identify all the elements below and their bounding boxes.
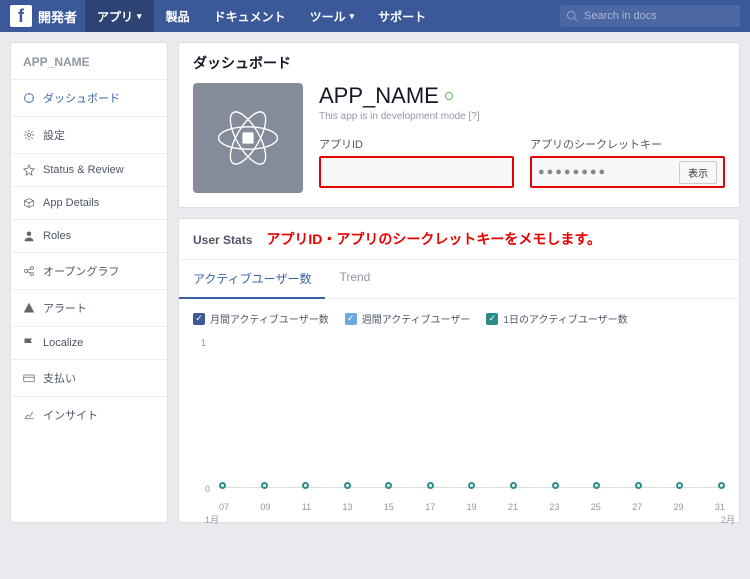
compass-icon (23, 92, 35, 104)
atom-icon (213, 103, 283, 173)
gear-icon (23, 129, 35, 141)
nav-apps[interactable]: アプリ▾ (85, 0, 154, 32)
person-icon (23, 230, 35, 242)
cube-icon (23, 197, 35, 209)
month-start: 1月 (205, 513, 219, 526)
sidebar-item-status-review[interactable]: Status & Review (11, 154, 167, 187)
chart-point (261, 482, 268, 489)
month-end: 2月 (721, 513, 735, 526)
sidebar-item-localize[interactable]: Localize (11, 327, 167, 360)
sidebar: APP_NAME ダッシュボード 設定 Status & Review App … (10, 42, 168, 523)
chart-point (468, 482, 475, 489)
x-tick: 23 (549, 502, 559, 512)
sidebar-app-title: APP_NAME (11, 43, 167, 80)
x-tick: 31 (715, 502, 725, 512)
annotation-text: アプリID・アプリのシークレットキーをメモします。 (266, 229, 601, 249)
x-tick: 07 (219, 502, 229, 512)
x-tick: 11 (302, 502, 311, 512)
app-name: APP_NAME (319, 83, 439, 109)
show-secret-button[interactable]: 表示 (679, 161, 717, 184)
nav-support[interactable]: サポート (366, 0, 438, 32)
sidebar-item-alerts[interactable]: アラート (11, 290, 167, 327)
sidebar-item-insights[interactable]: インサイト (11, 397, 167, 433)
x-tick: 21 (508, 502, 518, 512)
chart-point (635, 482, 642, 489)
stats-tabs: アクティブユーザー数 Trend (179, 260, 739, 299)
x-tick: 15 (384, 502, 394, 512)
dev-mode-note: This app is in development mode [?] (319, 111, 725, 122)
app-id-field[interactable] (319, 156, 514, 188)
app-secret-field: ●●●●●●●● 表示 (530, 156, 725, 188)
status-dot-icon (445, 92, 453, 100)
tab-trend[interactable]: Trend (325, 260, 384, 298)
chart-point (718, 482, 725, 489)
x-tick: 25 (591, 502, 601, 512)
legend-weekly[interactable]: ✓週間アクティブユーザー (345, 311, 471, 326)
app-secret-value: ●●●●●●●● (538, 166, 679, 178)
chart-point (385, 482, 392, 489)
x-tick: 19 (467, 502, 477, 512)
dashboard-panel: ダッシュボード APP_NAME This app is in dev (178, 42, 740, 208)
x-tick: 09 (260, 502, 270, 512)
x-tick: 17 (425, 502, 435, 512)
user-stats-panel: User Stats アプリID・アプリのシークレットキーをメモします。 アクテ… (178, 218, 740, 523)
user-stats-title: User Stats (193, 233, 252, 247)
x-axis-labels: 1月 2月 07091113151719212325272931 (219, 502, 725, 512)
search-input[interactable] (584, 10, 734, 22)
search-icon (566, 10, 578, 22)
top-nav: f 開発者 アプリ▾ 製品 ドキュメント ツール▾ サポート (0, 0, 750, 32)
chart-point (510, 482, 517, 489)
sidebar-item-app-details[interactable]: App Details (11, 187, 167, 220)
checkbox-icon: ✓ (345, 313, 357, 325)
chevron-down-icon: ▾ (137, 11, 142, 22)
y-tick-1: 1 (201, 338, 206, 348)
app-id-label: アプリID (319, 136, 514, 152)
tab-active-users[interactable]: アクティブユーザー数 (179, 260, 325, 299)
flag-icon (23, 337, 35, 349)
app-icon (193, 83, 303, 193)
checkbox-icon: ✓ (193, 313, 205, 325)
star-icon (23, 164, 35, 176)
legend-monthly[interactable]: ✓月間アクティブユーザー数 (193, 311, 329, 326)
sidebar-item-payments[interactable]: 支払い (11, 360, 167, 397)
chart-icon (23, 409, 35, 421)
sidebar-item-settings[interactable]: 設定 (11, 117, 167, 154)
sidebar-item-dashboard[interactable]: ダッシュボード (11, 80, 167, 117)
chart-point (219, 482, 226, 489)
chart-point (552, 482, 559, 489)
sidebar-item-open-graph[interactable]: オープングラフ (11, 253, 167, 290)
chart-legend: ✓月間アクティブユーザー数 ✓週間アクティブユーザー ✓1日のアクティブユーザー… (179, 299, 739, 338)
nav-products[interactable]: 製品 (154, 0, 202, 32)
legend-daily[interactable]: ✓1日のアクティブユーザー数 (486, 311, 627, 326)
brand-label: 開発者 (38, 7, 77, 26)
search-box[interactable] (560, 5, 740, 27)
chart-point (427, 482, 434, 489)
y-tick-0: 0 (205, 484, 210, 494)
chart-point (302, 482, 309, 489)
card-icon (23, 372, 35, 384)
alert-icon (23, 302, 35, 314)
chart-point (593, 482, 600, 489)
dashboard-heading: ダッシュボード (179, 43, 739, 83)
chart-point (344, 482, 351, 489)
chart-points (219, 482, 725, 492)
checkbox-icon: ✓ (486, 313, 498, 325)
nav-docs[interactable]: ドキュメント (202, 0, 298, 32)
chart-point (676, 482, 683, 489)
app-secret-label: アプリのシークレットキー (530, 136, 725, 152)
fb-logo-icon[interactable]: f (10, 5, 32, 27)
sidebar-item-roles[interactable]: Roles (11, 220, 167, 253)
x-tick: 27 (632, 502, 642, 512)
chart-area: 1 0 1月 2月 07091113151719212325272931 (179, 338, 739, 522)
x-tick: 29 (673, 502, 683, 512)
nav-tools[interactable]: ツール▾ (298, 0, 367, 32)
chevron-down-icon: ▾ (350, 11, 355, 22)
x-tick: 13 (342, 502, 352, 512)
nav-links: アプリ▾ 製品 ドキュメント ツール▾ サポート (85, 0, 438, 32)
share-icon (23, 265, 35, 277)
